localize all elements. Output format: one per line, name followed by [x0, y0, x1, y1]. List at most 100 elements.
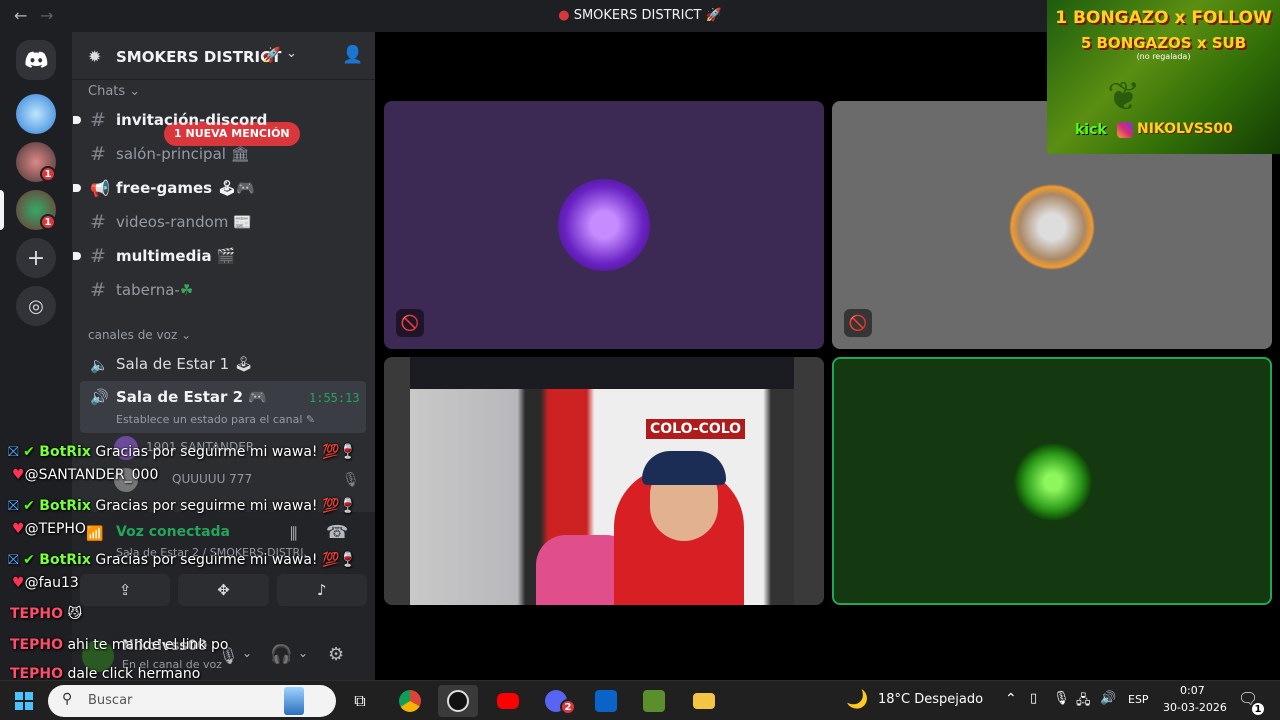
- voice-timer: 1:55:13: [309, 391, 360, 405]
- chat-username: BotRix: [39, 444, 91, 460]
- verified-icon: ✔: [23, 444, 35, 460]
- chrome-icon[interactable]: [390, 685, 430, 717]
- video-tile-1[interactable]: 🚫: [384, 101, 824, 349]
- kick-logo: kick: [1075, 122, 1107, 138]
- unread-dot: [73, 184, 81, 192]
- category-label: Chats: [88, 84, 126, 99]
- channel-label: free-games: [116, 179, 213, 197]
- chat-overlay: ⛝ ✔ BotRix Gracias por seguirme mi wawa!…: [0, 440, 375, 682]
- file-explorer-icon[interactable]: [684, 685, 724, 717]
- joystick-icon: 🕹: [233, 355, 254, 373]
- weather-text[interactable]: 18°C Despejado: [878, 692, 983, 707]
- category-chats[interactable]: Chats ⌄: [88, 84, 140, 99]
- channel-salon-principal[interactable]: # salón-principal 🏛: [80, 138, 366, 170]
- server-icon-flame[interactable]: [16, 94, 56, 134]
- chat-mention: ♥@SANTANDER_000: [12, 467, 158, 483]
- minecraft-icon[interactable]: [634, 685, 674, 717]
- chevron-down-icon[interactable]: ⌄: [286, 46, 297, 61]
- server-icon-selected[interactable]: 1: [16, 190, 56, 230]
- clock-time[interactable]: 0:07: [1180, 684, 1205, 697]
- notification-badge: 2: [560, 699, 576, 715]
- discord-taskbar-icon[interactable]: 2: [536, 685, 576, 717]
- mic-muted-icon: 🚫: [396, 309, 424, 337]
- chat-message: TEPHO 😼: [10, 606, 82, 622]
- joystick-icon: 🕹🎮: [217, 179, 256, 197]
- channel-label-wrap: videos-random 📰: [116, 213, 252, 231]
- chat-message: ⛝ ✔ BotRix Gracias por seguirme mi wawa!…: [8, 498, 357, 514]
- notification-badge: 1: [40, 166, 56, 182]
- rocket-icon: 🚀: [705, 8, 722, 23]
- notification-badge: 1: [40, 214, 56, 230]
- streamer-cap: [642, 451, 726, 485]
- lighthouse-icon: [284, 687, 304, 715]
- window-title-text: SMOKERS DISTRICT: [573, 8, 702, 23]
- heart-icon: ♥: [12, 467, 25, 483]
- chat-message: ⛝ ✔ BotRix Gracias por seguirme mi wawa!…: [8, 444, 357, 460]
- mic-muted-icon: 🚫: [844, 309, 872, 337]
- windows-start-icon[interactable]: [4, 685, 44, 717]
- channel-multimedia[interactable]: # multimedia 🎬: [73, 240, 366, 272]
- channel-taberna[interactable]: # taberna-☘: [80, 274, 366, 306]
- channel-label-wrap: multimedia 🎬: [116, 247, 236, 265]
- store-icon[interactable]: [586, 685, 626, 717]
- webcam-video: COLO-COLO: [410, 389, 794, 605]
- channel-label: taberna-: [116, 281, 180, 299]
- chat-username: TEPHO: [10, 606, 63, 622]
- channel-label-wrap: Sala de Estar 2 🎮: [116, 388, 267, 406]
- channel-label: salón-principal: [116, 145, 226, 163]
- kick-icon: ⛝: [8, 498, 19, 514]
- device-icon[interactable]: ▯: [1030, 691, 1037, 706]
- rocket-icon: 🚀: [262, 46, 281, 64]
- heart-icon: ♥: [12, 521, 25, 537]
- webcam-frame: COLO-COLO: [410, 357, 794, 605]
- youtube-icon[interactable]: [488, 685, 528, 717]
- chat-mention-text: @fau13: [24, 575, 79, 591]
- avatar: [1006, 181, 1098, 273]
- channel-label: invitación-discord: [116, 111, 268, 129]
- shamrock-icon: ☘: [179, 281, 194, 299]
- clock-date[interactable]: 30-03-2026: [1163, 701, 1227, 714]
- language-indicator[interactable]: ESP: [1128, 693, 1149, 706]
- voice-channel-sala-1[interactable]: 🔈 Sala de Estar 1 🕹: [80, 348, 366, 380]
- channel-invitacion-discord[interactable]: # invitación-discord: [73, 104, 366, 136]
- channel-label: videos-random: [116, 213, 229, 231]
- chat-text: Gracias por seguirme mi wawa!: [95, 444, 318, 460]
- chevron-up-icon[interactable]: ⌃: [1005, 691, 1017, 707]
- text-channel-icon: #: [90, 245, 106, 267]
- selected-server-pill: [0, 190, 4, 230]
- chat-message: ⛝ ✔ BotRix Gracias por seguirme mi wawa!…: [8, 552, 357, 568]
- add-server-icon[interactable]: +: [16, 238, 56, 278]
- text-channel-icon: #: [90, 211, 106, 233]
- obs-icon[interactable]: [438, 685, 478, 717]
- server-logo-icon: ●: [558, 8, 570, 23]
- discord-home-icon[interactable]: [16, 40, 56, 80]
- add-user-icon[interactable]: 👤: [342, 45, 363, 65]
- newspaper-icon: 📰: [233, 213, 252, 231]
- instagram-icon: [1117, 122, 1133, 138]
- channel-label: Sala de Estar 1: [116, 355, 230, 373]
- chat-text: ahi te mande el link po: [67, 637, 229, 653]
- announcement-icon: 📢: [90, 179, 110, 198]
- taskbar-search[interactable]: ⚲ Buscar: [48, 685, 336, 717]
- channel-status-wrap[interactable]: Establece un estado para el canal ✎: [116, 413, 315, 426]
- chat-message: TEPHO ahi te mande el link po: [10, 637, 228, 653]
- channel-label-wrap: salón-principal 🏛: [116, 145, 250, 163]
- network-icon[interactable]: 🖧: [1076, 691, 1091, 713]
- server-icon-smokers[interactable]: 1: [16, 142, 56, 182]
- guild-header[interactable]: ✹ SMOKERS DISTRICT 🚀 ⌄ 👤: [72, 32, 375, 80]
- voice-channel-sala-2[interactable]: 🔊 Sala de Estar 2 🎮 1:55:13 Establece un…: [80, 381, 366, 433]
- video-tile-speaking[interactable]: [832, 357, 1272, 605]
- volume-icon[interactable]: 🔊: [1100, 691, 1116, 706]
- category-voice[interactable]: canales de voz ⌄: [88, 328, 191, 342]
- channel-free-games[interactable]: 📢 free-games 🕹🎮: [73, 172, 366, 204]
- channel-label-wrap: Sala de Estar 1 🕹: [116, 355, 253, 373]
- microphone-icon[interactable]: 🎙: [1053, 691, 1070, 706]
- task-view-icon[interactable]: ⧉: [340, 685, 380, 717]
- explore-servers-icon[interactable]: ◎: [16, 286, 56, 326]
- chat-username: BotRix: [39, 552, 91, 568]
- banner-line2: 5 BONGAZOS x SUB: [1080, 34, 1247, 52]
- cat-emote-icon: 😼: [67, 606, 83, 622]
- video-tile-camera[interactable]: COLO-COLO: [384, 357, 824, 605]
- avatar: [558, 179, 650, 271]
- channel-videos-random[interactable]: # videos-random 📰: [80, 206, 366, 238]
